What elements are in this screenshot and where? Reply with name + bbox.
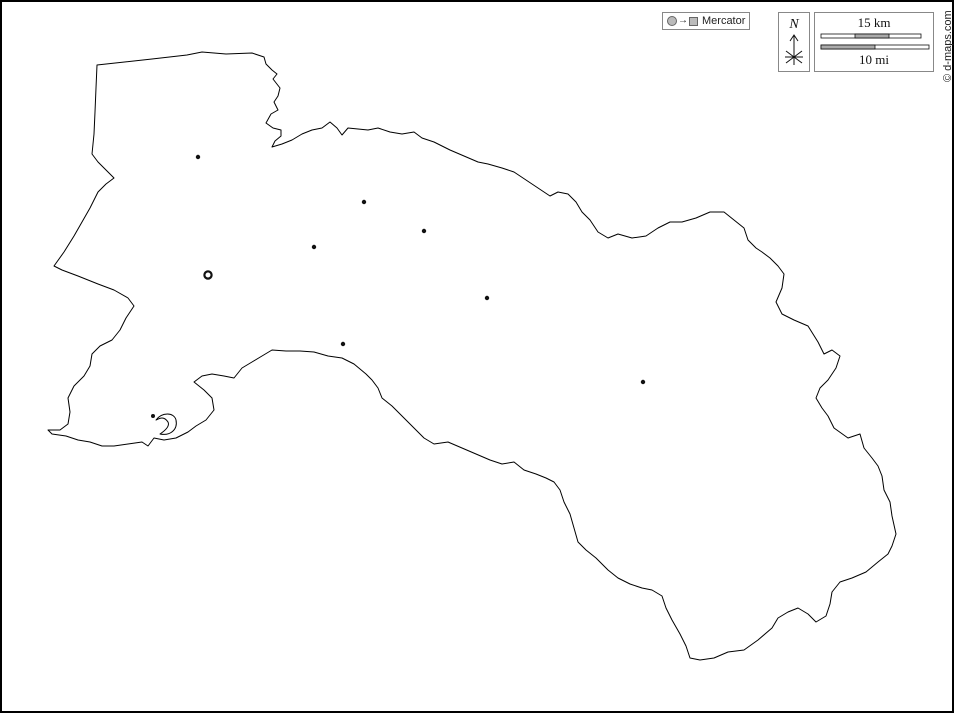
north-label: N	[789, 17, 799, 32]
projection-label: Mercator	[702, 15, 746, 27]
region-map	[47, 51, 897, 661]
circle-to-square-projection-icon: →	[667, 16, 698, 26]
locality-marker	[195, 154, 201, 160]
map-frame: → Mercator N 15 km 10 mi © d-maps.com	[0, 0, 954, 713]
region-outline	[47, 51, 897, 661]
scale-bar: 15 km 10 mi	[814, 12, 934, 72]
scale-mi-label: 10 mi	[859, 52, 889, 67]
locality-marker	[311, 244, 317, 250]
locality-marker	[640, 379, 646, 385]
north-arrow-icon	[785, 34, 803, 65]
locality-marker	[361, 199, 367, 205]
north-arrow-box: N	[778, 12, 810, 72]
locality-marker	[151, 414, 155, 418]
projection-badge: → Mercator	[662, 12, 750, 30]
locality-marker	[484, 295, 490, 301]
credit-text: © d-maps.com	[942, 10, 954, 82]
locality-marker	[421, 228, 427, 234]
locality-marker	[340, 341, 346, 347]
